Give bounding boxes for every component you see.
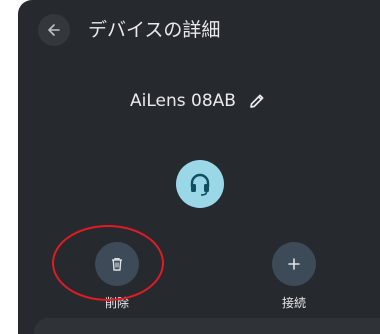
- page-title: デバイスの詳細: [88, 19, 221, 41]
- connect-action: 接続: [254, 242, 334, 311]
- highlight-annotation: [52, 225, 164, 301]
- headset-icon: [190, 173, 210, 196]
- pencil-icon: [250, 94, 264, 108]
- bottom-panel: [34, 318, 380, 334]
- back-button[interactable]: [38, 14, 70, 46]
- edit-name-button[interactable]: [246, 90, 268, 112]
- plus-icon: [288, 258, 300, 270]
- device-avatar: [176, 160, 224, 208]
- device-name-row: AiLens 08AB: [18, 90, 380, 112]
- connect-label: 接続: [281, 296, 306, 310]
- arrow-left-icon: [48, 24, 60, 36]
- connect-button[interactable]: [272, 242, 316, 286]
- device-name: AiLens 08AB: [130, 91, 236, 111]
